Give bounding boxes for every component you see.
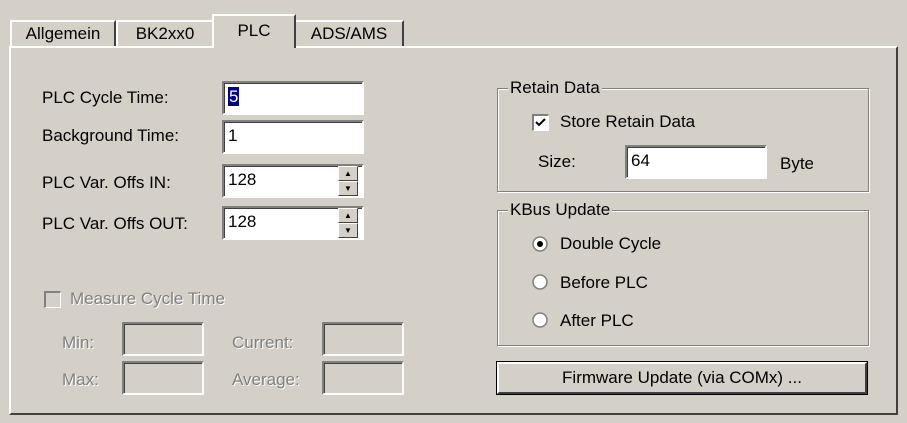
radio-after-plc-label: After PLC xyxy=(560,311,634,330)
size-label: Size: xyxy=(538,152,576,171)
kbus-update-group xyxy=(497,210,869,346)
current-label: Current: xyxy=(232,333,294,352)
measure-cycle-time-checkbox[interactable] xyxy=(44,291,61,308)
checkmark-icon xyxy=(535,118,546,127)
tab-ads-ams[interactable]: ADS/AMS xyxy=(294,20,404,46)
radio-double-cycle[interactable] xyxy=(532,236,548,252)
plc-var-offs-in-label: PLC Var. Offs IN: xyxy=(42,173,171,192)
size-unit-label: Byte xyxy=(780,154,815,173)
retain-size-input[interactable]: 64 xyxy=(625,145,767,179)
spin-down-icon[interactable]: ▼ xyxy=(338,181,358,196)
store-retain-data-label: Store Retain Data xyxy=(560,112,696,131)
retain-data-title: Retain Data xyxy=(508,78,602,98)
tab-plc[interactable]: PLC xyxy=(212,14,296,48)
max-field xyxy=(122,361,204,395)
measure-cycle-time-label: Measure Cycle Time xyxy=(70,289,225,308)
store-retain-data-checkbox[interactable] xyxy=(532,114,549,131)
radio-before-plc[interactable] xyxy=(532,274,548,290)
tab-bk2xx0[interactable]: BK2xx0 xyxy=(116,20,214,46)
radio-before-plc-label: Before PLC xyxy=(560,273,648,292)
kbus-update-title: KBus Update xyxy=(508,200,613,220)
spin-up-icon[interactable]: ▲ xyxy=(338,166,358,181)
spin-down-icon[interactable]: ▼ xyxy=(338,223,358,238)
radio-after-plc[interactable] xyxy=(532,312,548,328)
average-field xyxy=(322,361,404,395)
tab-allgemein[interactable]: Allgemein xyxy=(10,20,116,46)
spin-up-icon[interactable]: ▲ xyxy=(338,208,358,223)
plc-cycle-time-input[interactable]: 5 xyxy=(222,81,364,115)
max-label: Max: xyxy=(62,370,99,389)
average-label: Average: xyxy=(232,370,300,389)
plc-var-offs-in-spinner[interactable]: ▲ ▼ xyxy=(338,166,358,196)
current-field xyxy=(322,322,404,356)
min-label: Min: xyxy=(62,333,95,352)
plc-var-offs-out-spinner[interactable]: ▲ ▼ xyxy=(338,208,358,238)
plc-cycle-time-label: PLC Cycle Time: xyxy=(42,88,169,107)
background-time-label: Background Time: xyxy=(42,126,180,145)
firmware-update-button[interactable]: Firmware Update (via COMx) ... xyxy=(497,362,867,394)
background-time-input[interactable]: 1 xyxy=(222,120,364,154)
min-field xyxy=(122,322,204,356)
radio-double-cycle-label: Double Cycle xyxy=(560,234,662,253)
plc-cycle-time-value: 5 xyxy=(228,87,240,106)
plc-var-offs-out-label: PLC Var. Offs OUT: xyxy=(42,214,188,233)
